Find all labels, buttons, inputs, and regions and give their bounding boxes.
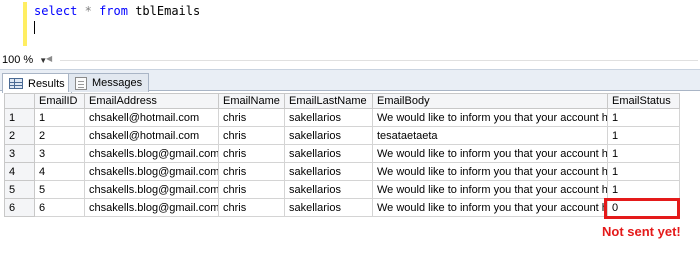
row-number-header[interactable] <box>4 93 35 109</box>
table-row[interactable]: 2 2 chsakell@hotmail.com chris sakellari… <box>4 126 680 145</box>
row-number[interactable]: 4 <box>4 162 35 181</box>
results-grid[interactable]: EmailID EmailAddress EmailName EmailLast… <box>4 93 700 218</box>
table-cell[interactable]: chsakells.blog@gmail.com <box>84 162 219 181</box>
table-cell[interactable]: 4 <box>34 162 85 181</box>
column-header[interactable]: EmailAddress <box>84 93 219 109</box>
query-editor[interactable]: select * from tblEmails <box>0 0 700 50</box>
changed-line-marker <box>23 2 27 46</box>
column-header[interactable]: EmailID <box>34 93 85 109</box>
zoom-bar: 100 % ▼ ◀ <box>0 52 700 68</box>
row-number[interactable]: 3 <box>4 144 35 163</box>
tab-messages[interactable]: Messages <box>68 73 150 92</box>
table-cell[interactable]: chsakells.blog@gmail.com <box>84 144 219 163</box>
table-cell[interactable]: chris <box>218 162 285 181</box>
header-row: EmailID EmailAddress EmailName EmailLast… <box>4 93 680 109</box>
column-header[interactable]: EmailStatus <box>607 93 680 109</box>
table-cell[interactable]: sakellarios <box>284 180 373 199</box>
table-row[interactable]: 3 3 chsakells.blog@gmail.com chris sakel… <box>4 144 680 163</box>
table-cell[interactable]: chsakells.blog@gmail.com <box>84 198 219 217</box>
table-cell[interactable]: 1 <box>34 108 85 127</box>
table-cell[interactable]: sakellarios <box>284 144 373 163</box>
column-header[interactable]: EmailName <box>218 93 285 109</box>
results-table: EmailID EmailAddress EmailName EmailLast… <box>4 93 680 217</box>
table-row[interactable]: 5 5 chsakells.blog@gmail.com chris sakel… <box>4 180 680 199</box>
scroll-left-icon[interactable]: ◀ <box>46 54 52 63</box>
table-cell[interactable]: chris <box>218 180 285 199</box>
operator-star: * <box>84 4 92 18</box>
keyword-from: from <box>99 4 128 18</box>
table-cell[interactable]: sakellarios <box>284 198 373 217</box>
table-cell[interactable]: We would like to inform you that your ac… <box>372 108 608 127</box>
status-highlight-box <box>604 198 680 219</box>
results-tab-strip: Results Messages <box>0 69 700 93</box>
table-cell[interactable]: 3 <box>34 144 85 163</box>
table-cell[interactable]: chris <box>218 198 285 217</box>
table-cell[interactable]: 1 <box>607 108 680 127</box>
table-cell[interactable]: 1 <box>607 126 680 145</box>
zoom-value: 100 % <box>2 54 34 66</box>
table-cell[interactable]: 1 <box>607 144 680 163</box>
table-cell[interactable]: chsakell@hotmail.com <box>84 126 219 145</box>
table-row[interactable]: 4 4 chsakells.blog@gmail.com chris sakel… <box>4 162 680 181</box>
grid-icon <box>9 78 23 89</box>
text-caret <box>34 21 35 34</box>
table-row[interactable]: 6 6 chsakells.blog@gmail.com chris sakel… <box>4 198 680 217</box>
table-cell[interactable]: chsakells.blog@gmail.com <box>84 180 219 199</box>
column-header[interactable]: EmailLastName <box>284 93 373 109</box>
tab-results[interactable]: Results <box>2 73 72 93</box>
row-number[interactable]: 2 <box>4 126 35 145</box>
table-cell[interactable]: sakellarios <box>284 126 373 145</box>
horizontal-scrollbar[interactable] <box>60 60 698 61</box>
table-cell[interactable]: sakellarios <box>284 162 373 181</box>
table-cell[interactable]: 6 <box>34 198 85 217</box>
table-row[interactable]: 1 1 chsakell@hotmail.com chris sakellari… <box>4 108 680 127</box>
keyword-select: select <box>34 4 78 18</box>
message-icon <box>75 76 87 90</box>
table-cell[interactable]: We would like to inform you that your ac… <box>372 198 608 217</box>
table-cell[interactable]: We would like to inform you that your ac… <box>372 180 608 199</box>
tab-label: Results <box>28 77 65 90</box>
table-cell[interactable]: sakellarios <box>284 108 373 127</box>
row-number[interactable]: 1 <box>4 108 35 127</box>
row-number[interactable]: 5 <box>4 180 35 199</box>
table-cell[interactable]: chris <box>218 108 285 127</box>
column-header[interactable]: EmailBody <box>372 93 608 109</box>
table-cell[interactable]: chris <box>218 126 285 145</box>
table-cell[interactable]: 1 <box>607 162 680 181</box>
table-cell[interactable]: We would like to inform you that your ac… <box>372 162 608 181</box>
tab-label: Messages <box>92 77 143 89</box>
table-cell[interactable]: 1 <box>607 180 680 199</box>
query-line[interactable]: select * from tblEmails <box>34 4 200 18</box>
table-cell[interactable]: 2 <box>34 126 85 145</box>
annotation-note: Not sent yet! <box>602 224 681 239</box>
table-cell[interactable]: We would like to inform you that your ac… <box>372 144 608 163</box>
table-name: tblEmails <box>135 4 201 18</box>
table-cell[interactable]: 5 <box>34 180 85 199</box>
table-cell[interactable]: chsakell@hotmail.com <box>84 108 219 127</box>
table-cell[interactable]: tesataetaeta <box>372 126 608 145</box>
row-number[interactable]: 6 <box>4 198 35 217</box>
table-cell[interactable]: chris <box>218 144 285 163</box>
zoom-select[interactable]: 100 % ▼ <box>2 53 47 67</box>
